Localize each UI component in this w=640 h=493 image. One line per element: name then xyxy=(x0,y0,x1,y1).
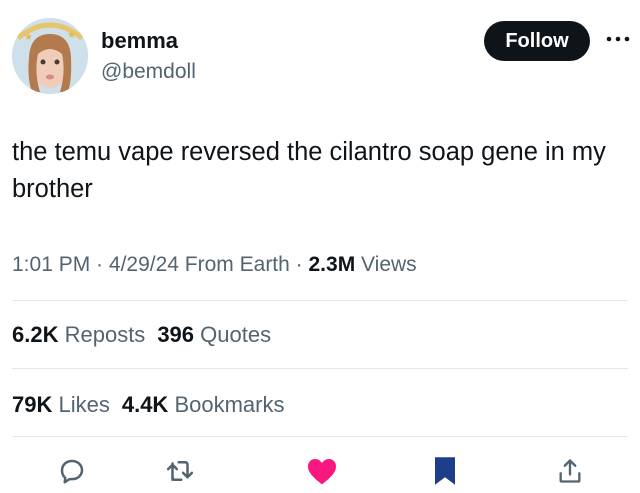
quotes-count: 396 xyxy=(157,322,195,347)
user-handle[interactable]: @bemdoll xyxy=(101,60,196,84)
reposts-count: 6.2K xyxy=(12,322,59,347)
follow-button[interactable]: Follow xyxy=(484,21,590,61)
likes-label: Likes xyxy=(52,392,110,417)
divider xyxy=(12,368,628,369)
views-count: 2.3M xyxy=(308,253,356,276)
reposts-stat[interactable]: 6.2K Reposts xyxy=(12,322,145,347)
likes-stat[interactable]: 79K Likes xyxy=(12,392,110,417)
tweet-meta: 1:01 PM · 4/29/24 From Earth · 2.3M View… xyxy=(12,253,417,277)
divider xyxy=(12,300,628,301)
repost-quote-stats: 6.2K Reposts 396 Quotes xyxy=(12,322,271,348)
meta-separator: · xyxy=(90,253,109,276)
svg-text:★: ★ xyxy=(24,32,33,43)
like-bookmark-stats: 79K Likes 4.4K Bookmarks xyxy=(12,392,284,418)
tweet-date[interactable]: 4/29/24 xyxy=(109,253,179,276)
likes-count: 79K xyxy=(12,392,53,417)
avatar-image: ★ ★ xyxy=(12,18,88,94)
divider xyxy=(12,436,628,437)
tweet-source: From Earth xyxy=(178,253,290,276)
svg-text:★: ★ xyxy=(67,30,76,41)
share-icon[interactable] xyxy=(554,455,586,487)
views-label: Views xyxy=(355,253,417,276)
reposts-label: Reposts xyxy=(58,322,146,347)
bookmarks-stat[interactable]: 4.4K Bookmarks xyxy=(122,392,285,417)
bookmarks-label: Bookmarks xyxy=(168,392,285,417)
quotes-stat[interactable]: 396 Quotes xyxy=(157,322,271,347)
tweet-text: the temu vape reversed the cilantro soap… xyxy=(12,138,606,203)
quotes-label: Quotes xyxy=(194,322,272,347)
avatar[interactable]: ★ ★ xyxy=(12,18,88,94)
more-options-icon[interactable] xyxy=(604,29,632,49)
repost-icon[interactable] xyxy=(164,455,196,487)
bookmarks-count: 4.4K xyxy=(121,392,169,417)
like-icon[interactable] xyxy=(306,455,338,487)
meta-separator: · xyxy=(289,253,309,276)
bookmark-icon[interactable] xyxy=(429,455,461,487)
display-name[interactable]: bemma xyxy=(101,28,178,54)
reply-icon[interactable] xyxy=(56,455,88,487)
tweet-time[interactable]: 1:01 PM xyxy=(12,253,90,276)
